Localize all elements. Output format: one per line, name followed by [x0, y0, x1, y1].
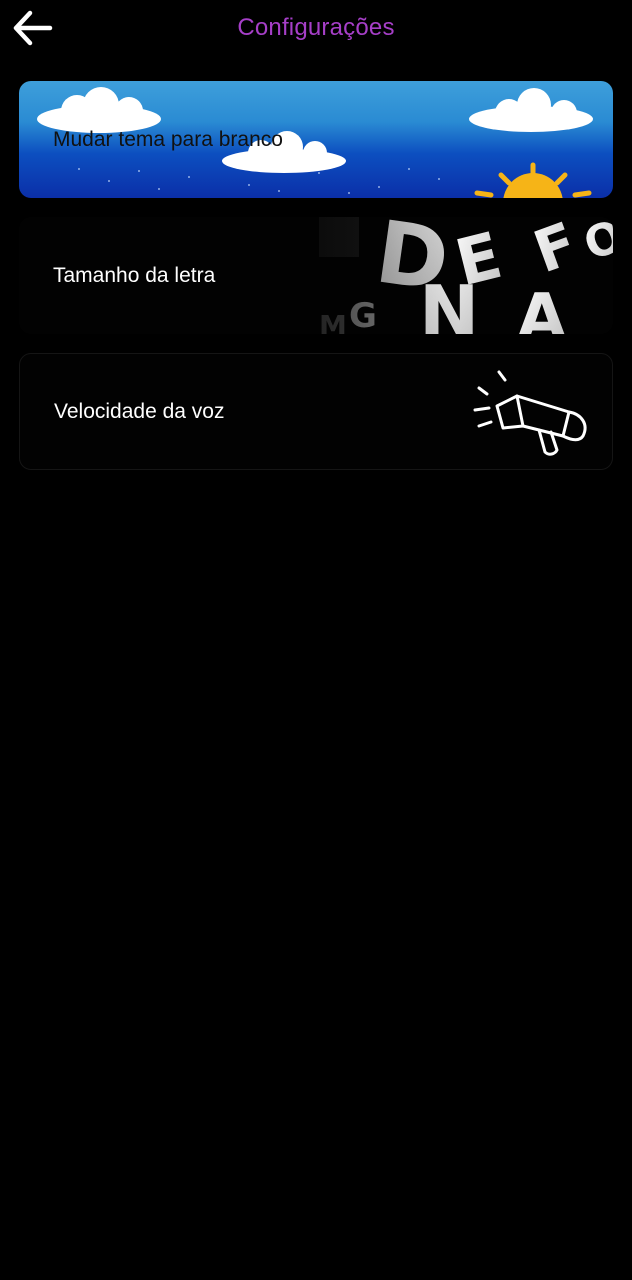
svg-text:F: F	[525, 217, 585, 286]
change-theme-label: Mudar tema para branco	[53, 127, 283, 151]
voice-speed-option[interactable]: Velocidade da voz	[19, 353, 613, 470]
page-title: Configurações	[237, 14, 395, 41]
svg-text:A: A	[517, 281, 567, 334]
font-size-label: Tamanho da letra	[53, 263, 216, 287]
svg-text:O: O	[577, 217, 613, 271]
top-bar: Configurações	[0, 0, 632, 60]
change-theme-option[interactable]: Mudar tema para branco	[19, 81, 613, 198]
megaphone-icon	[473, 370, 587, 456]
voice-speed-label: Velocidade da voz	[54, 399, 225, 423]
font-size-option[interactable]: D E F O N A G M Tamanho da letra	[19, 217, 613, 334]
